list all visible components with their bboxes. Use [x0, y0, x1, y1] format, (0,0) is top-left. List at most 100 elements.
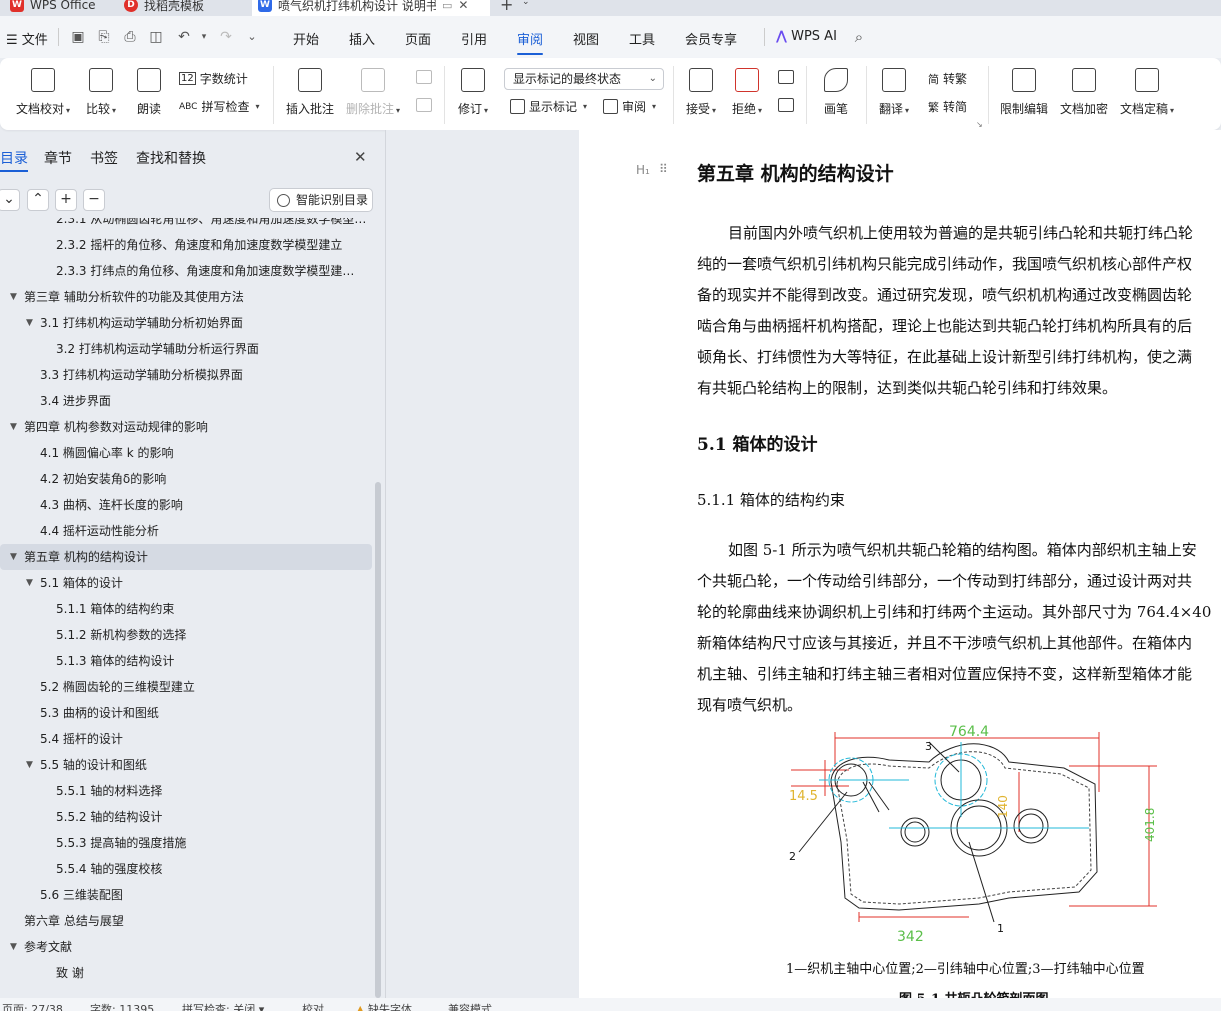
tab-find-replace[interactable]: 查找和替换 — [136, 148, 206, 168]
more-chevron-icon[interactable]: ⌄ — [244, 29, 260, 45]
menu-insert[interactable]: 插入 — [349, 29, 375, 48]
toc-item[interactable]: ▼ 5.1 箱体的设计 — [0, 570, 372, 596]
compare-button[interactable]: 比较 ▾ — [86, 68, 116, 117]
markup-state-select[interactable]: 显示标记的最终状态 ⌄ — [504, 68, 664, 90]
menu-start[interactable]: 开始 — [293, 29, 319, 48]
expand-triangle-icon[interactable]: ▼ — [10, 284, 17, 310]
toc-item[interactable]: 2.3.1 从动椭圆齿轮角位移、角速度和角加速度数学模型… — [0, 218, 372, 232]
menu-reference[interactable]: 引用 — [461, 29, 487, 48]
encrypt-button[interactable]: 文档加密 — [1060, 68, 1108, 117]
page-indicator[interactable]: 页面: 27/38 — [2, 1001, 63, 1011]
accept-button[interactable]: 接受 ▾ — [686, 68, 716, 117]
new-tab-plus-icon[interactable]: + — [500, 0, 513, 14]
menu-tools[interactable]: 工具 — [629, 29, 655, 48]
toc-item[interactable]: 2.3.2 摇杆的角位移、角速度和角加速度数学模型建立 — [0, 232, 372, 258]
expand-triangle-icon[interactable]: ▼ — [10, 414, 17, 440]
review-pane-button[interactable]: 审阅 ▾ — [603, 98, 656, 115]
tab-list-chevron-icon[interactable]: ⌄ — [522, 0, 530, 7]
prev-comment-icon[interactable] — [416, 70, 432, 84]
spell-check-button[interactable]: ABC 拼写检查 ▾ — [179, 98, 260, 115]
translate-button[interactable]: 翻译 ▾ — [879, 68, 909, 117]
document-page[interactable]: H₁ ⠿ 第五章 机构的结构设计 目前国内外喷气织机上使用较为普遍的是共轭引纬凸… — [579, 130, 1221, 998]
expand-triangle-icon[interactable]: ▼ — [26, 752, 33, 778]
tab-close-icon[interactable]: ✕ — [458, 0, 468, 12]
toc-item[interactable]: ▼ 5.5 轴的设计和图纸 — [0, 752, 372, 778]
insert-comment-button[interactable]: 插入批注 — [286, 68, 334, 117]
toc-item[interactable]: 第六章 总结与展望 — [0, 908, 372, 934]
tab-bookmarks[interactable]: 书签 — [90, 148, 118, 168]
previous-change-icon[interactable] — [778, 70, 794, 84]
toc-item[interactable]: 5.2 椭圆齿轮的三维模型建立 — [0, 674, 372, 700]
track-changes-button[interactable]: 修订 ▾ — [458, 68, 488, 117]
menu-page[interactable]: 页面 — [405, 29, 431, 48]
tab-wps-office[interactable]: W WPS Office — [4, 0, 96, 16]
export-icon[interactable]: ⎘ — [96, 29, 112, 45]
toc-item[interactable]: 5.5.2 轴的结构设计 — [0, 804, 372, 830]
read-aloud-button[interactable]: 朗读 — [137, 68, 161, 117]
expand-triangle-icon[interactable]: ▼ — [26, 310, 33, 336]
finalize-button[interactable]: 文档定稿 ▾ — [1120, 68, 1174, 117]
delete-comment-button[interactable]: 删除批注 ▾ — [346, 68, 400, 117]
toc-item[interactable]: 5.4 摇杆的设计 — [0, 726, 372, 752]
paragraph-line[interactable]: 个共轭凸轮，一个传动给引纬部分，一个传动到打纬部分，通过设计两对共 — [697, 566, 1221, 597]
toc-item[interactable]: 3.3 打纬机构运动学辅助分析模拟界面 — [0, 362, 372, 388]
spell-status[interactable]: 拼写检查: 关闭 ▾ — [182, 1001, 264, 1011]
toc-item[interactable]: 2.3.3 打纬点的角位移、角速度和角加速度数学模型建… — [0, 258, 372, 284]
toc-item[interactable]: 5.1.1 箱体的结构约束 — [0, 596, 372, 622]
missing-font-button[interactable]: ▲ 缺失字体 — [356, 1001, 412, 1011]
paragraph-line[interactable]: 机主轴、引纬主轴和打纬主轴三者相对位置应保持不变，这样新型箱体才能 — [697, 659, 1221, 690]
toc-item[interactable]: ▼ 第四章 机构参数对运动规律的影响 — [0, 414, 372, 440]
menu-view[interactable]: 视图 — [573, 29, 599, 48]
subsection-title[interactable]: 5.1.1 箱体的结构约束 — [697, 489, 845, 510]
word-count-button[interactable]: 12 字数统计 — [179, 70, 248, 87]
toc-item[interactable]: 4.4 摇杆运动性能分析 — [0, 518, 372, 544]
save-icon[interactable]: ▣ — [70, 29, 86, 45]
wps-ai-button[interactable]: ⋀ WPS AI — [776, 29, 837, 44]
toc-item[interactable]: 3.2 打纬机构运动学辅助分析运行界面 — [0, 336, 372, 362]
tab-docer[interactable]: D 找稻壳模板 — [118, 0, 248, 16]
toc-item[interactable]: 5.5.3 提高轴的强度措施 — [0, 830, 372, 856]
tab-toc[interactable]: 目录 — [0, 148, 28, 168]
pen-button[interactable]: 画笔 — [824, 68, 848, 117]
toc-item[interactable]: ▼ 第五章 机构的结构设计 — [0, 544, 372, 570]
heading-style-marker[interactable]: H₁ — [636, 163, 650, 177]
paragraph-line[interactable]: 如图 5-1 所示为喷气织机共轭凸轮箱的结构图。箱体内部织机主轴上安 — [697, 535, 1221, 566]
undo-icon[interactable]: ↶ — [176, 29, 192, 45]
promote-level-button[interactable]: + — [55, 189, 77, 211]
toc-item[interactable]: 4.1 椭圆偏心率 k 的影响 — [0, 440, 372, 466]
tab-current-document[interactable]: W 喷气织机打纬机构设计 说明书 ▭ ✕ — [252, 0, 490, 16]
file-menu[interactable]: ☰ 文件 — [6, 29, 48, 48]
toc-item[interactable]: 5.5.1 轴的材料选择 — [0, 778, 372, 804]
paragraph-line[interactable]: 现有喷气织机。 — [697, 690, 1221, 721]
paragraph-line[interactable]: 备的现实并不能得到改变。通过研究发现，喷气织机机构通过改变椭圆齿轮 — [697, 280, 1221, 311]
close-icon[interactable]: ✕ — [354, 148, 367, 166]
paragraph-line[interactable]: 啮合角与曲柄摇杆机构搭配，理论上也能达到共轭凸轮打纬机构所具有的后 — [697, 311, 1221, 342]
toc-scrollbar[interactable] — [375, 482, 381, 998]
demote-level-button[interactable]: − — [83, 189, 105, 211]
paragraph-line[interactable]: 纯的一套喷气织机引纬机构只能完成引纬动作，我国喷气织机核心部件产权 — [697, 249, 1221, 280]
toc-item[interactable]: 5.5.4 轴的强度校核 — [0, 856, 372, 882]
toc-item[interactable]: 5.6 三维装配图 — [0, 882, 372, 908]
expand-triangle-icon[interactable]: ▼ — [10, 544, 17, 570]
to-simplified-button[interactable]: 繁 转简 — [928, 98, 967, 115]
expand-triangle-icon[interactable]: ▼ — [10, 934, 17, 960]
section-title[interactable]: 5.1 箱体的设计 — [697, 430, 818, 455]
to-traditional-button[interactable]: 简 转繁 — [928, 70, 967, 87]
menu-review[interactable]: 审阅 — [517, 29, 543, 48]
toc-item[interactable]: 致 谢 — [0, 960, 372, 986]
redo-icon[interactable]: ↷ — [218, 29, 234, 45]
toc-item[interactable]: 3.4 进步界面 — [0, 388, 372, 414]
next-change-icon[interactable] — [778, 98, 794, 112]
toc-item[interactable]: 4.3 曲柄、连杆长度的影响 — [0, 492, 372, 518]
print-preview-icon[interactable]: ◫ — [148, 29, 164, 45]
word-count-indicator[interactable]: 字数: 11395 — [90, 1001, 154, 1011]
chapter-title[interactable]: 第五章 机构的结构设计 — [697, 159, 894, 186]
next-comment-icon[interactable] — [416, 98, 432, 112]
toc-item[interactable]: 5.1.2 新机构参数的选择 — [0, 622, 372, 648]
search-icon[interactable]: ⌕ — [851, 29, 867, 45]
expand-up-button[interactable]: ⌃ — [27, 189, 49, 211]
tab-monitor-icon[interactable]: ▭ — [442, 0, 452, 12]
paragraph-line[interactable]: 轮的轮廓曲线来协调织机上引纬和打纬两个主运动。其外部尺寸为 764.4×40 — [697, 597, 1221, 628]
restrict-edit-button[interactable]: 限制编辑 — [1000, 68, 1048, 117]
toc-item[interactable]: ▼ 参考文献 — [0, 934, 372, 960]
